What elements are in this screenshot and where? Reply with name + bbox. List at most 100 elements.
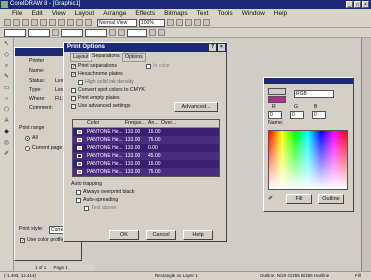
r-field[interactable]: 0 — [268, 111, 282, 119]
col-color[interactable]: Color — [87, 120, 99, 127]
close-icon[interactable]: × — [218, 44, 225, 51]
col-frequency[interactable]: Freque... — [125, 120, 146, 127]
to-curves-icon[interactable] — [149, 29, 156, 36]
zoom-tool-icon[interactable]: ⌕ — [2, 62, 11, 71]
fill-tool-icon[interactable]: ◆ — [2, 128, 11, 137]
menu-view[interactable]: View — [52, 10, 66, 17]
menu-arrange[interactable]: Arrange — [103, 10, 126, 17]
menu-file[interactable]: File — [12, 10, 22, 17]
zoom-in-icon[interactable] — [167, 19, 174, 26]
color-docker: RGB R G B 0 0 0 Name: ✐ Fill Outline — [263, 77, 354, 212]
row-angle: 75.00 — [148, 137, 161, 143]
col-overprint[interactable]: Over... — [161, 120, 176, 127]
zoom-out-icon[interactable] — [176, 19, 183, 26]
paste-icon[interactable] — [58, 19, 65, 26]
wrap-icon[interactable] — [158, 29, 165, 36]
g-field[interactable]: 0 — [290, 111, 304, 119]
height-field[interactable] — [85, 28, 107, 37]
angle-field[interactable] — [127, 28, 147, 37]
rectangle-tool-icon[interactable]: ▭ — [2, 84, 11, 93]
tab-separations[interactable]: Separations — [89, 52, 123, 60]
color-icon[interactable] — [194, 19, 201, 26]
table-row[interactable]: PANTONE He... 133.00 75.00 — [73, 136, 219, 144]
ellipse-tool-icon[interactable]: ○ — [2, 95, 11, 104]
new-icon[interactable] — [4, 19, 11, 26]
table-row[interactable]: PANTONE He... 133.00 45.00 — [73, 152, 219, 160]
print-separations-checkbox[interactable]: ✓ — [71, 64, 76, 70]
menu-layout[interactable]: Layout — [75, 10, 95, 17]
in-color-checkbox[interactable] — [146, 64, 151, 69]
copy-icon[interactable] — [49, 19, 56, 26]
all-radio[interactable] — [25, 136, 30, 141]
menu-help[interactable]: Help — [274, 10, 287, 17]
help-icon[interactable] — [203, 19, 210, 26]
import-icon[interactable] — [85, 19, 92, 26]
width-field[interactable] — [61, 28, 83, 37]
property-bar — [0, 28, 371, 38]
col-angle[interactable]: An... — [148, 120, 159, 127]
wireframe-icon[interactable] — [185, 19, 192, 26]
freehand-tool-icon[interactable]: ✎ — [2, 73, 11, 82]
table-row[interactable]: PANTONE He... 133.00 15.00 — [73, 128, 219, 136]
text-above-checkbox[interactable] — [84, 206, 89, 211]
maximize-button[interactable]: □ — [354, 1, 361, 8]
help-button[interactable]: Help — [183, 230, 213, 240]
text-tool-icon[interactable]: A — [2, 117, 11, 126]
menu-text[interactable]: Text — [197, 10, 209, 17]
cancel-button[interactable]: Cancel — [146, 230, 176, 240]
pick-tool-icon[interactable]: ↖ — [2, 40, 11, 49]
shape-tool-icon[interactable]: ◇ — [2, 51, 11, 60]
fill-button[interactable]: Fill — [286, 194, 312, 204]
mirror-h-icon[interactable] — [109, 29, 116, 36]
table-row[interactable]: PANTONE He... 133.00 15.00 — [73, 160, 219, 168]
print-empty-checkbox[interactable] — [71, 96, 76, 101]
color-picker-area[interactable] — [268, 130, 348, 190]
hexachrome-checkbox[interactable]: ✓ — [71, 72, 76, 78]
advanced-button[interactable]: Advanced... — [174, 102, 218, 112]
y-position-field[interactable] — [28, 28, 50, 37]
x-position-field[interactable] — [4, 28, 26, 37]
high-solid-ink-checkbox[interactable] — [78, 80, 83, 85]
redo-icon[interactable] — [76, 19, 83, 26]
print-icon[interactable] — [31, 19, 38, 26]
b-label: B — [314, 104, 318, 110]
outline-tool-icon[interactable]: ◎ — [2, 139, 11, 148]
menu-edit[interactable]: Edit — [31, 10, 42, 17]
eyedropper-icon[interactable]: ✐ — [268, 196, 273, 203]
current-page-radio[interactable] — [25, 146, 30, 151]
menu-tools[interactable]: Tools — [218, 10, 233, 17]
table-row[interactable]: PANTONE He... 133.00 0.00 — [73, 144, 219, 152]
use-color-profile-checkbox[interactable]: ✓ — [20, 238, 25, 244]
page-tab[interactable]: Page 1 — [54, 265, 68, 270]
menu-effects[interactable]: Effects — [135, 10, 155, 17]
in-color-label: In color — [153, 63, 171, 69]
always-overprint-checkbox[interactable] — [76, 190, 81, 195]
undo-icon[interactable] — [67, 19, 74, 26]
tab-options[interactable]: Options — [122, 53, 146, 62]
help-icon[interactable]: ? — [209, 44, 216, 51]
open-icon[interactable] — [13, 19, 20, 26]
save-icon[interactable] — [22, 19, 29, 26]
use-advanced-checkbox[interactable] — [71, 104, 76, 109]
eyedropper-tool-icon[interactable]: ✐ — [2, 150, 11, 159]
table-row[interactable]: PANTONE He... 133.00 75.00 — [73, 168, 219, 176]
menu-window[interactable]: Window — [242, 10, 265, 17]
auto-spread-checkbox[interactable] — [76, 198, 81, 203]
text-above-label: Text above — [91, 205, 117, 211]
close-button[interactable]: × — [362, 1, 369, 8]
b-field[interactable]: 0 — [312, 111, 326, 119]
menu-bitmaps[interactable]: Bitmaps — [164, 10, 187, 17]
minimize-button[interactable]: _ — [346, 1, 353, 8]
cut-icon[interactable] — [40, 19, 47, 26]
color-palette[interactable] — [361, 38, 371, 271]
zoom-select[interactable]: 100% — [139, 18, 165, 27]
color-model-select[interactable]: RGB — [294, 90, 334, 98]
view-mode-select[interactable]: Normal View — [97, 18, 137, 27]
row-frequency: 133.00 — [125, 153, 141, 159]
outline-button[interactable]: Outline — [318, 194, 344, 204]
convert-spot-checkbox[interactable] — [71, 88, 76, 93]
mirror-v-icon[interactable] — [118, 29, 125, 36]
ok-button[interactable]: OK — [109, 230, 139, 240]
lock-icon[interactable] — [52, 29, 59, 36]
polygon-tool-icon[interactable]: ⬠ — [2, 106, 11, 115]
